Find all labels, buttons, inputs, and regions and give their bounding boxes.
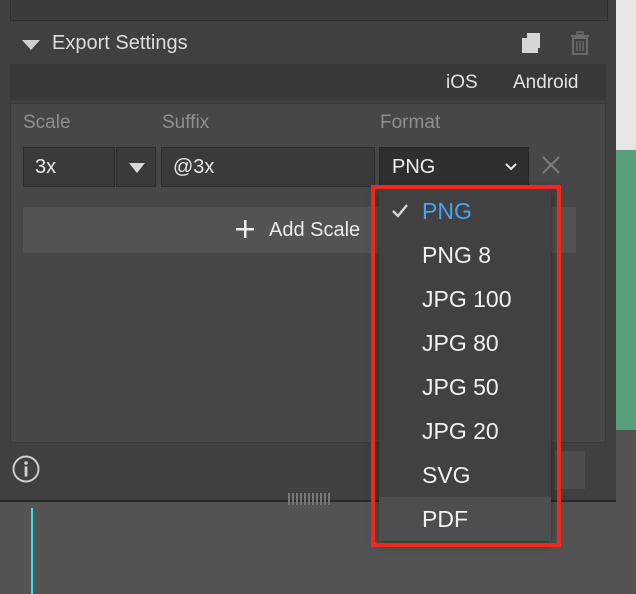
checkmark-icon: [392, 204, 408, 218]
new-preset-icon[interactable]: [519, 32, 541, 54]
android-link[interactable]: Android: [513, 72, 579, 94]
triangle-down-icon: [129, 163, 145, 173]
format-option-label: PDF: [422, 506, 468, 532]
export-button[interactable]: [555, 451, 585, 489]
format-option-label: JPG 50: [422, 374, 499, 400]
close-icon[interactable]: [540, 154, 562, 176]
info-icon[interactable]: [11, 454, 41, 484]
trash-icon[interactable]: [568, 31, 592, 55]
chevron-down-icon: [505, 163, 517, 171]
scale-input[interactable]: 3x: [23, 147, 115, 187]
artboard-artwork: [616, 150, 636, 430]
format-option-jpg20[interactable]: JPG 20: [379, 409, 551, 453]
format-option-jpg80[interactable]: JPG 80: [379, 321, 551, 365]
scale-dropdown-button[interactable]: [116, 147, 156, 187]
section-title: Export Settings: [52, 32, 188, 54]
format-option-png[interactable]: PNG: [379, 189, 551, 233]
format-option-png8[interactable]: PNG 8: [379, 233, 551, 277]
suffix-input[interactable]: @3x: [161, 147, 375, 187]
resize-grip[interactable]: [288, 493, 330, 505]
format-option-label: JPG 20: [422, 418, 499, 444]
export-settings-header[interactable]: Export Settings: [0, 28, 616, 64]
format-column-label: Format: [380, 112, 441, 133]
artboard-canvas: [616, 0, 636, 430]
format-select[interactable]: PNG: [379, 147, 529, 187]
format-option-label: JPG 80: [422, 330, 499, 356]
format-option-jpg50[interactable]: JPG 50: [379, 365, 551, 409]
format-option-svg[interactable]: SVG: [379, 453, 551, 497]
scale-column-label: Scale: [23, 112, 71, 133]
format-option-label: PNG: [422, 198, 472, 224]
triangle-down-icon[interactable]: [22, 40, 40, 50]
ios-link[interactable]: iOS: [446, 72, 478, 94]
guide-line: [31, 508, 33, 594]
format-select-value: PNG: [392, 156, 436, 178]
format-option-label: SVG: [422, 462, 471, 488]
format-option-jpg100[interactable]: JPG 100: [379, 277, 551, 321]
format-option-label: JPG 100: [422, 286, 512, 312]
format-option-pdf[interactable]: PDF: [379, 497, 551, 541]
platform-bar: iOS Android: [10, 64, 606, 100]
add-scale-label: Add Scale: [269, 219, 361, 241]
export-panel-screen: Export Settings iOS Android Scale Suffix…: [0, 0, 636, 594]
plus-icon: [236, 220, 254, 238]
format-option-label: PNG 8: [422, 242, 492, 268]
suffix-column-label: Suffix: [162, 112, 210, 133]
previous-section: [10, 0, 608, 21]
format-dropdown-menu: PNG PNG 8 JPG 100 JPG 80 JPG 50 JPG 20 S…: [379, 187, 551, 541]
